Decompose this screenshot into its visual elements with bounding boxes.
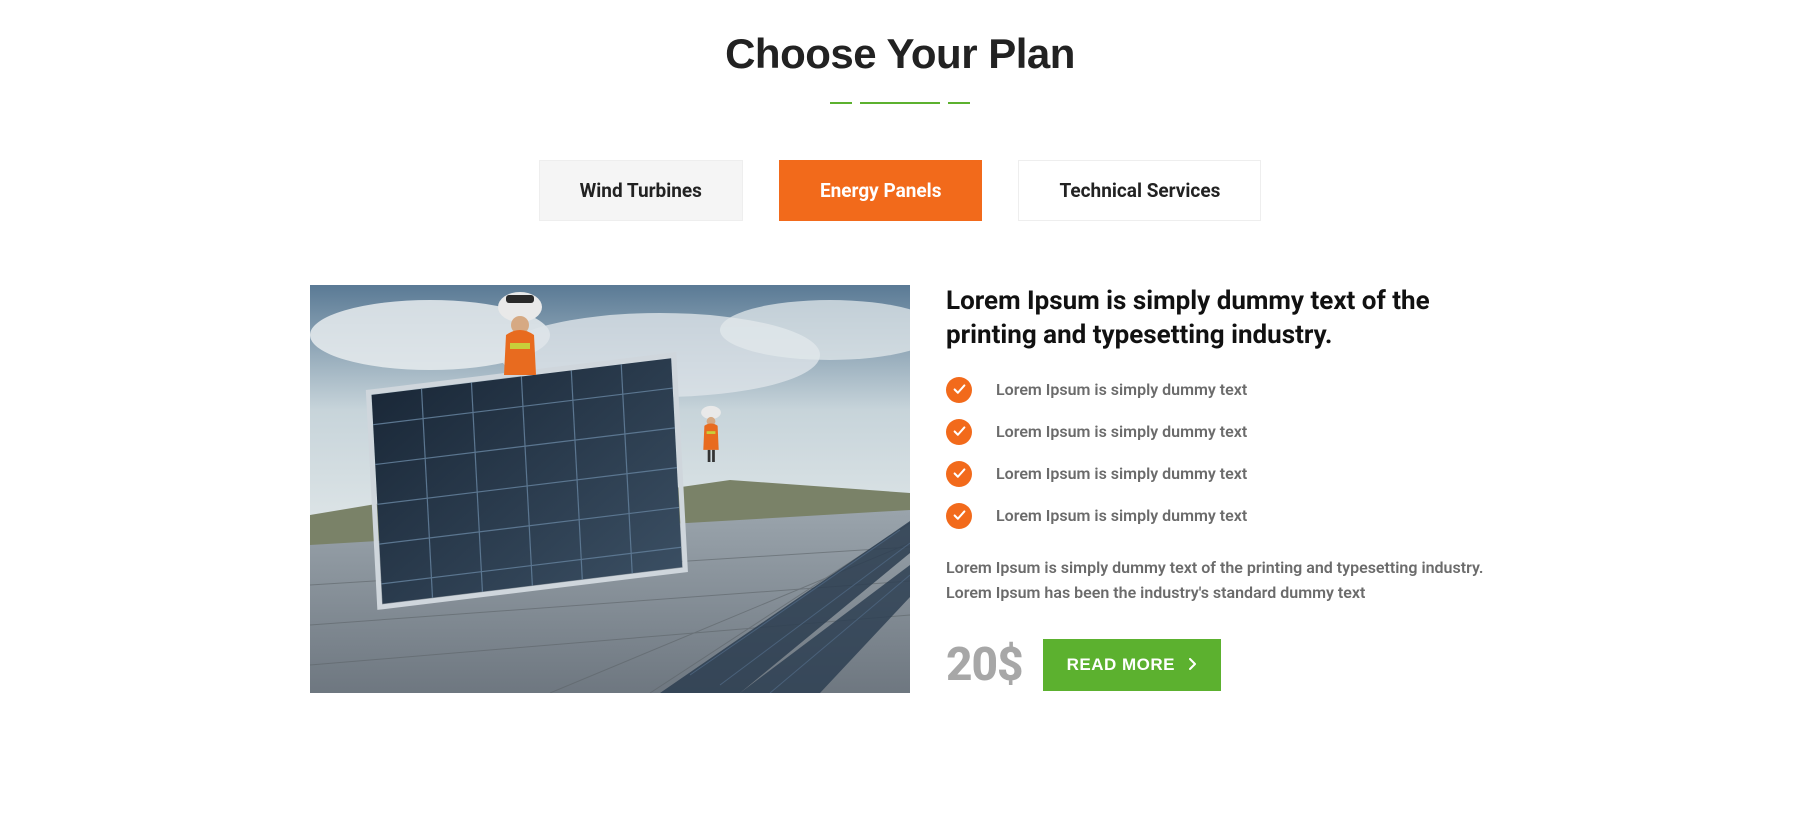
title-divider xyxy=(310,102,1490,104)
feature-item: Lorem Ipsum is simply dummy text xyxy=(946,461,1490,487)
tab-technical-services[interactable]: Technical Services xyxy=(1018,160,1261,221)
section-title: Choose Your Plan xyxy=(310,30,1490,78)
feature-item: Lorem Ipsum is simply dummy text xyxy=(946,419,1490,445)
plan-headline: Lorem Ipsum is simply dummy text of the … xyxy=(946,285,1490,353)
check-icon xyxy=(946,461,972,487)
feature-text: Lorem Ipsum is simply dummy text xyxy=(996,464,1247,483)
tab-wind-turbines[interactable]: Wind Turbines xyxy=(539,160,743,221)
feature-text: Lorem Ipsum is simply dummy text xyxy=(996,380,1247,399)
check-icon xyxy=(946,503,972,529)
tab-energy-panels[interactable]: Energy Panels xyxy=(779,160,983,221)
read-more-label: READ MORE xyxy=(1067,655,1175,675)
plan-price: 20$ xyxy=(946,638,1023,692)
feature-item: Lorem Ipsum is simply dummy text xyxy=(946,503,1490,529)
plan-image xyxy=(310,285,910,693)
chevron-right-icon xyxy=(1189,655,1197,675)
feature-list: Lorem Ipsum is simply dummy text Lorem I… xyxy=(946,377,1490,529)
read-more-button[interactable]: READ MORE xyxy=(1043,639,1221,691)
feature-item: Lorem Ipsum is simply dummy text xyxy=(946,377,1490,403)
check-icon xyxy=(946,377,972,403)
feature-text: Lorem Ipsum is simply dummy text xyxy=(996,506,1247,525)
plan-description: Lorem Ipsum is simply dummy text of the … xyxy=(946,555,1490,606)
feature-text: Lorem Ipsum is simply dummy text xyxy=(996,422,1247,441)
plan-tabs: Wind Turbines Energy Panels Technical Se… xyxy=(310,160,1490,221)
check-icon xyxy=(946,419,972,445)
